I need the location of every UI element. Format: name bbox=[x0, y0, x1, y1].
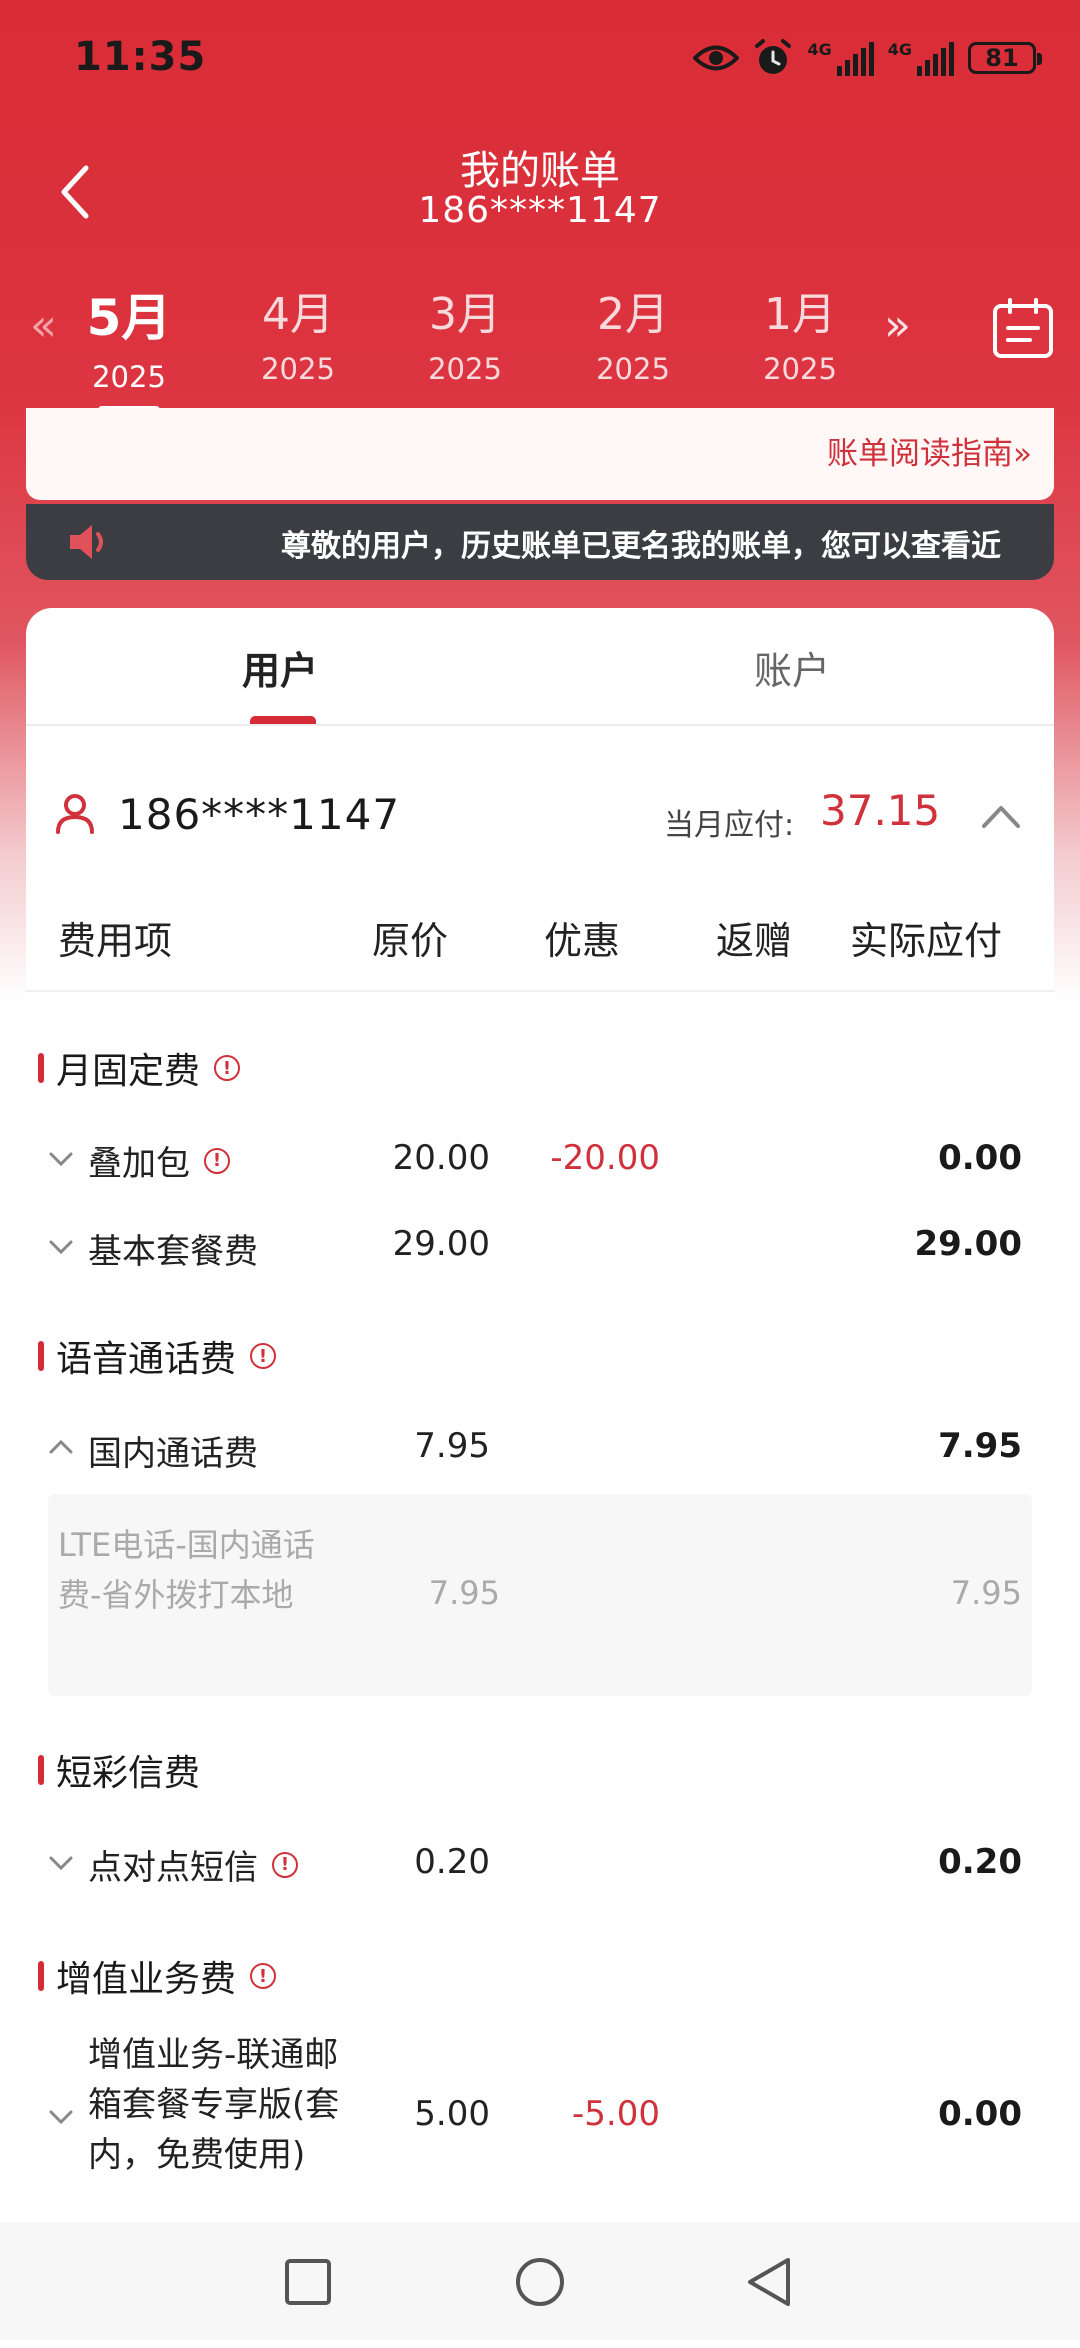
monthly-due-label: 当月应付: bbox=[664, 808, 795, 843]
chevron-up-icon[interactable] bbox=[980, 802, 1022, 830]
tab-account[interactable]: 账户 bbox=[754, 640, 830, 695]
cell-actual: 0.20 bbox=[938, 1842, 1022, 1882]
cell-actual: 7.95 bbox=[938, 1426, 1022, 1466]
signal-4g-icon: 4G bbox=[807, 40, 874, 76]
col-item: 费用项 bbox=[58, 919, 173, 963]
cell-discount: -5.00 bbox=[572, 2094, 660, 2134]
signal-4g-secondary-icon: 4G bbox=[888, 40, 954, 76]
header-divider bbox=[26, 990, 1054, 992]
eye-icon bbox=[693, 45, 740, 71]
status-time: 11:35 bbox=[74, 34, 207, 80]
chevron-down-icon[interactable] bbox=[48, 1238, 74, 1256]
detail-actual: 7.95 bbox=[950, 1574, 1022, 1612]
cell-actual: 29.00 bbox=[914, 1224, 1022, 1264]
info-icon[interactable]: ! bbox=[204, 1147, 230, 1174]
tab-month-february[interactable]: 2月 2025 bbox=[563, 278, 703, 386]
detail-original: 7.95 bbox=[428, 1574, 500, 1612]
tab-month-march[interactable]: 3月 2025 bbox=[395, 278, 535, 386]
system-nav-bar bbox=[0, 2222, 1080, 2340]
list-item[interactable]: 增值业务-联通邮箱套餐专享版(套内，免费使用) bbox=[88, 2030, 368, 2180]
col-actual: 实际应付 bbox=[850, 919, 1003, 963]
tab-user[interactable]: 用户 bbox=[242, 640, 318, 695]
detail-item-name: LTE电话-国内通话费-省外拨打本地 bbox=[58, 1526, 315, 1614]
notice-banner[interactable]: 尊敬的用户，历史账单已更名我的账单，您可以查看近 bbox=[26, 504, 1054, 580]
col-rebate: 返赠 bbox=[716, 919, 793, 963]
notice-text: 尊敬的用户，历史账单已更名我的账单，您可以查看近 bbox=[281, 529, 1001, 564]
info-icon[interactable]: ! bbox=[214, 1055, 241, 1081]
speaker-icon bbox=[70, 525, 103, 559]
user-icon bbox=[56, 794, 94, 834]
prev-months-icon[interactable]: « bbox=[30, 300, 57, 351]
tab-month-may[interactable]: 5月 2025 bbox=[59, 278, 199, 414]
chevron-down-icon[interactable] bbox=[48, 1150, 74, 1168]
alarm-icon bbox=[755, 39, 792, 74]
section-sms-fee: 短彩信费 bbox=[38, 1744, 200, 1796]
battery-icon: 81 bbox=[968, 42, 1042, 74]
list-item[interactable]: 基本套餐费 bbox=[88, 1224, 258, 1273]
calendar-icon[interactable] bbox=[992, 298, 1054, 360]
chevron-down-icon[interactable] bbox=[48, 1854, 74, 1872]
section-voice-fee: 语音通话费 ! bbox=[38, 1330, 277, 1382]
home-icon[interactable] bbox=[514, 2256, 566, 2308]
tab-divider bbox=[26, 724, 1054, 726]
back-nav-icon[interactable] bbox=[744, 2256, 794, 2308]
next-months-icon[interactable]: » bbox=[884, 300, 911, 351]
monthly-due-value: 37.15 bbox=[820, 786, 941, 835]
section-vas-fee: 增值业务费 ! bbox=[38, 1950, 277, 2002]
page-subtitle-phone: 186****1147 bbox=[418, 190, 662, 231]
cell-actual: 0.00 bbox=[938, 1138, 1022, 1178]
cell-original: 29.00 bbox=[392, 1224, 490, 1264]
section-monthly-fee: 月固定费 ! bbox=[38, 1042, 241, 1094]
col-discount: 优惠 bbox=[544, 919, 621, 963]
cell-original: 7.95 bbox=[414, 1426, 490, 1466]
tab-month-april[interactable]: 4月 2025 bbox=[228, 278, 368, 386]
chevron-down-icon[interactable] bbox=[48, 2108, 74, 2126]
status-icons: 4G 4G 81 bbox=[693, 36, 1042, 80]
user-phone: 186****1147 bbox=[118, 790, 401, 839]
chevron-up-icon[interactable] bbox=[48, 1438, 74, 1456]
cell-original: 0.20 bbox=[414, 1842, 490, 1882]
list-item[interactable]: 叠加包 ! bbox=[88, 1136, 230, 1185]
info-icon[interactable]: ! bbox=[250, 1343, 277, 1369]
info-icon[interactable]: ! bbox=[272, 1851, 298, 1878]
cell-actual: 0.00 bbox=[938, 2094, 1022, 2134]
list-item[interactable]: 点对点短信 ! bbox=[88, 1840, 298, 1889]
cell-discount: -20.00 bbox=[550, 1138, 660, 1178]
page-title: 我的账单 bbox=[460, 148, 620, 194]
bill-guide-link[interactable]: 账单阅读指南» bbox=[827, 428, 1032, 473]
info-icon[interactable]: ! bbox=[250, 1963, 277, 1989]
cell-original: 5.00 bbox=[414, 2094, 490, 2134]
tab-month-january[interactable]: 1月 2025 bbox=[730, 278, 870, 386]
recent-apps-icon[interactable] bbox=[284, 2258, 332, 2306]
list-item[interactable]: 国内通话费 bbox=[88, 1426, 258, 1475]
cell-original: 20.00 bbox=[392, 1138, 490, 1178]
col-original: 原价 bbox=[372, 919, 449, 963]
